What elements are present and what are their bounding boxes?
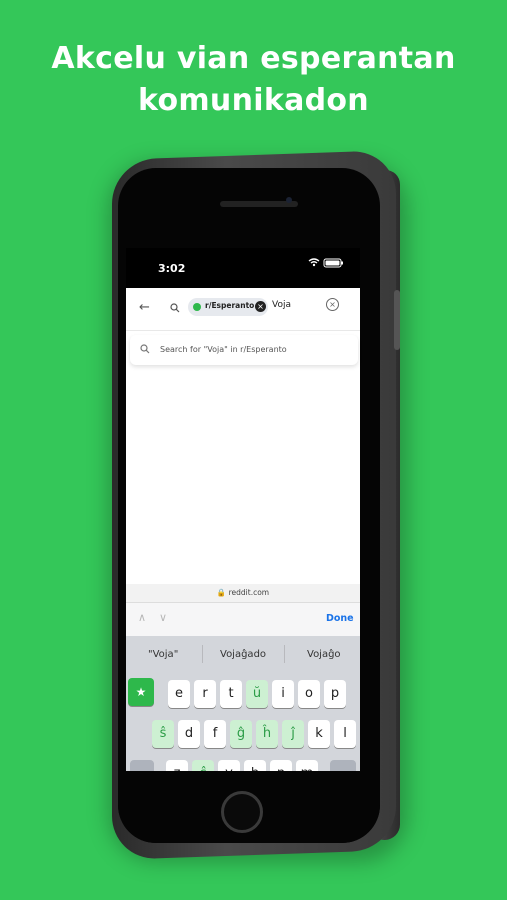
suggestion-text: Search for "Voja" in r/Esperanto xyxy=(160,345,287,354)
key-d[interactable]: d xyxy=(178,720,200,748)
prediction-3[interactable]: Vojaĝo xyxy=(307,649,341,660)
status-icons xyxy=(306,256,346,271)
chip-close-icon[interactable]: × xyxy=(255,301,266,312)
previous-field-icon[interactable]: ∧ xyxy=(138,611,146,624)
key-k[interactable]: k xyxy=(308,720,330,748)
key-o[interactable]: o xyxy=(298,680,320,708)
key-e[interactable]: e xyxy=(168,680,190,708)
phone-side-button xyxy=(394,290,400,350)
headline: Akcelu vian esperantan komunikadon xyxy=(0,38,507,122)
home-button-ring[interactable] xyxy=(221,791,263,833)
url-text[interactable]: 🔒 reddit.com xyxy=(126,588,360,597)
key-h-circumflex[interactable]: ĥ xyxy=(256,720,278,748)
key-i[interactable]: i xyxy=(272,680,294,708)
prediction-divider xyxy=(202,645,203,663)
headline-line-2: komunikadon xyxy=(138,83,369,118)
suggestion-search-icon xyxy=(140,344,150,354)
prediction-2[interactable]: Vojaĝado xyxy=(220,649,266,660)
prediction-1[interactable]: "Voja" xyxy=(148,649,178,660)
key-g-circumflex[interactable]: ĝ xyxy=(230,720,252,748)
clear-icon[interactable]: × xyxy=(326,298,339,311)
prediction-divider xyxy=(284,645,285,663)
search-input[interactable]: Voja xyxy=(272,300,291,310)
key-j-circumflex[interactable]: ĵ xyxy=(282,720,304,748)
key-t[interactable]: t xyxy=(220,680,242,708)
subreddit-chip-label: r/Esperanto xyxy=(205,301,255,310)
back-arrow-icon[interactable]: ← xyxy=(139,301,151,314)
subreddit-icon xyxy=(193,303,201,311)
wifi-battery-icon xyxy=(308,258,343,268)
key-u-breve[interactable]: ŭ xyxy=(246,680,268,708)
done-button[interactable]: Done xyxy=(326,613,354,624)
star-key[interactable]: ★ xyxy=(128,678,154,706)
key-l[interactable]: l xyxy=(334,720,356,748)
key-s-circumflex[interactable]: ŝ xyxy=(152,720,174,748)
headline-line-1: Akcelu vian esperantan xyxy=(51,41,456,76)
next-field-icon[interactable]: ∨ xyxy=(159,611,167,624)
key-f[interactable]: f xyxy=(204,720,226,748)
phone-camera xyxy=(286,197,292,203)
search-icon xyxy=(170,303,180,313)
status-time: 3:02 xyxy=(158,262,186,275)
key-p[interactable]: p xyxy=(324,680,346,708)
key-r[interactable]: r xyxy=(194,680,216,708)
